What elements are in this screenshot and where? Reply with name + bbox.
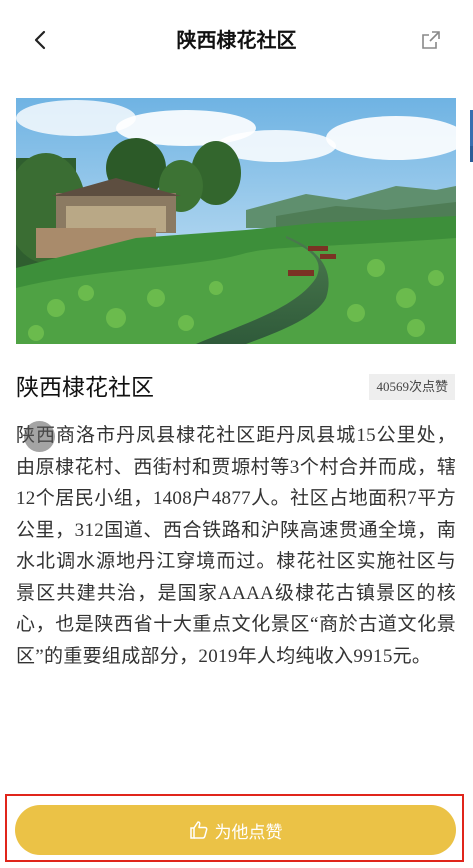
touch-indicator xyxy=(24,421,55,452)
share-button[interactable] xyxy=(417,26,445,54)
like-button-label: 为他点赞 xyxy=(214,822,283,843)
hero-image xyxy=(16,98,456,344)
community-name: 陕西棣花社区 xyxy=(16,375,154,401)
like-button[interactable]: 为他点赞 xyxy=(15,805,456,855)
thumbs-up-icon xyxy=(189,821,207,839)
likes-count-badge: 40569次点赞 xyxy=(369,374,455,400)
community-description: 陕西商洛市丹凤县棣花社区距丹凤县城15公里处，由原棣花村、西街村和贾塬村等3个村… xyxy=(16,425,456,667)
header-bar: 陕西棣花社区 xyxy=(0,0,473,80)
page-title: 陕西棣花社区 xyxy=(176,28,297,52)
share-icon xyxy=(422,31,440,49)
